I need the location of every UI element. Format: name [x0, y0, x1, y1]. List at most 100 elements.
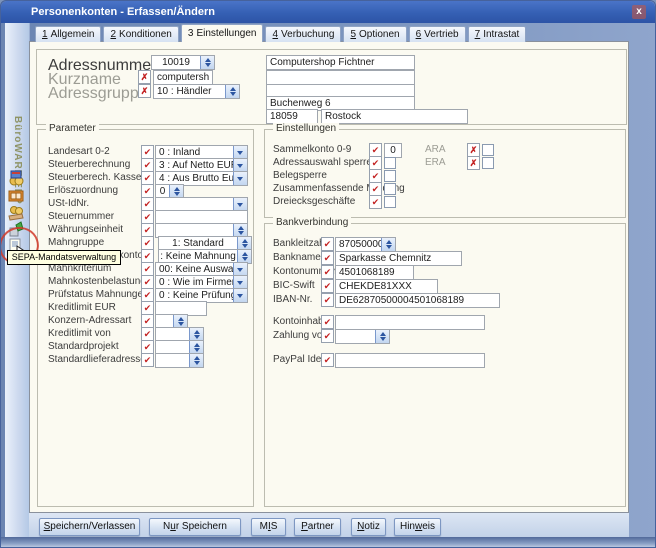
- tab-allgemein[interactable]: 1Allgemein: [35, 26, 101, 42]
- window-bottom-frame: [1, 537, 656, 548]
- partner-button[interactable]: Partner: [294, 518, 341, 536]
- param-row-mahnkostenbelastung: Mahnkostenbelastung 0 : Wie im Firmensta…: [38, 275, 253, 288]
- check-icon[interactable]: [321, 315, 334, 329]
- check-icon[interactable]: [321, 293, 334, 307]
- spinner-icon[interactable]: [225, 85, 239, 98]
- clear-icon[interactable]: [467, 143, 480, 157]
- check-icon[interactable]: [141, 301, 154, 315]
- check-icon[interactable]: [141, 262, 154, 276]
- param-row-standardlieferadresse: Standardlieferadresse: [38, 353, 253, 366]
- close-icon[interactable]: x: [632, 5, 646, 19]
- check-icon[interactable]: [321, 353, 334, 367]
- bank-groupbox: Bankverbindung Bankleitzahl 87050000 Ban…: [264, 223, 626, 507]
- param-row-ustidnr: USt-IdNr.: [38, 197, 253, 210]
- check-icon[interactable]: [369, 195, 382, 209]
- sidebar: BüroWARE ERP: [5, 23, 30, 537]
- nur-speichern-button[interactable]: Nur Speichern: [149, 518, 241, 536]
- title-bar[interactable]: Personenkonten - Erfassen/Ändern x: [1, 1, 655, 23]
- zahlung-von-spin[interactable]: [335, 329, 390, 344]
- name1-field[interactable]: Computershop Fichtner: [266, 55, 415, 70]
- paypal-field[interactable]: [335, 353, 485, 368]
- param-row-steuerberechnung: Steuerberechnung 3 : Auf Netto EUR: [38, 158, 253, 171]
- check-icon[interactable]: [321, 237, 334, 251]
- zm-checkbox[interactable]: [384, 183, 396, 195]
- hand-coins-icon[interactable]: [8, 204, 25, 221]
- zip-field[interactable]: 18059: [266, 109, 318, 124]
- check-icon[interactable]: [141, 275, 154, 289]
- hinweis-button[interactable]: Hinweis: [394, 518, 441, 536]
- check-icon[interactable]: [321, 329, 334, 343]
- check-icon[interactable]: [141, 249, 154, 263]
- tab-vertrieb[interactable]: 6Vertrieb: [409, 26, 466, 42]
- era-label: ERA: [425, 156, 446, 169]
- check-icon[interactable]: [141, 171, 154, 185]
- belegsperre-checkbox[interactable]: [384, 170, 396, 182]
- ara-checkbox[interactable]: [482, 144, 494, 156]
- param-row-erloeszuordnung: Erlöszuordnung 0: [38, 184, 253, 197]
- check-icon[interactable]: [141, 158, 154, 172]
- check-icon[interactable]: [321, 265, 334, 279]
- spinner-icon[interactable]: [381, 238, 395, 251]
- param-row-kreditlimit-von: Kreditlimit von: [38, 327, 253, 340]
- check-icon[interactable]: [321, 279, 334, 293]
- tab-einstellungen[interactable]: 3Einstellungen: [181, 24, 264, 42]
- standardlieferadresse-spin[interactable]: [155, 353, 204, 368]
- check-icon[interactable]: [321, 251, 334, 265]
- parameter-title: Parameter: [46, 123, 99, 134]
- speichern-verlassen-button[interactable]: Speichern/Verlassen: [39, 518, 140, 536]
- check-icon[interactable]: [141, 353, 154, 367]
- dreiecksgeschaefte-checkbox[interactable]: [384, 196, 396, 208]
- einstellung-row-adressauswahl: Adressauswahl sperren ERA: [265, 156, 625, 169]
- address-number-field[interactable]: 10019: [151, 55, 215, 70]
- spinner-icon[interactable]: [375, 330, 389, 343]
- check-icon[interactable]: [369, 143, 382, 157]
- shortname-field[interactable]: computersh: [153, 70, 213, 85]
- adressauswahl-checkbox[interactable]: [384, 157, 396, 169]
- check-icon[interactable]: [141, 197, 154, 211]
- spinner-icon[interactable]: [189, 354, 203, 367]
- check-icon[interactable]: [141, 340, 154, 354]
- check-icon[interactable]: [141, 236, 154, 250]
- kontonummer-field[interactable]: 4501068189: [335, 265, 414, 280]
- check-icon[interactable]: [369, 182, 382, 196]
- check-icon[interactable]: [141, 288, 154, 302]
- era-checkbox[interactable]: [482, 157, 494, 169]
- param-row-kreditlimit-eur: Kreditlimit EUR: [38, 301, 253, 314]
- mis-button[interactable]: MIS: [251, 518, 286, 536]
- einstellungen-groupbox: Einstellungen Sammelkonto 0-9 0 ARA Adre…: [264, 129, 626, 218]
- clear-icon[interactable]: [467, 156, 480, 170]
- name2-field[interactable]: [266, 70, 415, 85]
- spinner-icon[interactable]: [200, 56, 214, 69]
- tab-optionen[interactable]: 5Optionen: [343, 26, 406, 42]
- tab-intrastat[interactable]: 7Intrastat: [468, 26, 527, 42]
- address-group-field[interactable]: 10 : Händler: [153, 84, 240, 99]
- tab-konditionen[interactable]: 2Konditionen: [103, 26, 178, 42]
- tab-verbuchung[interactable]: 4Verbuchung: [265, 26, 341, 42]
- coins-card-icon[interactable]: [8, 169, 25, 186]
- check-icon[interactable]: [141, 327, 154, 341]
- bankname-field[interactable]: Sparkasse Chemnitz: [335, 251, 462, 266]
- param-row-steuerberech-kasse: Steuerberech. Kasse 4 : Aus Brutto Euro: [38, 171, 253, 184]
- bank-row-kontoinhaber: Kontoinhaber: [265, 315, 625, 328]
- bank-row-bankleitzahl: Bankleitzahl 87050000: [265, 237, 625, 250]
- iban-field[interactable]: DE62870500004501068189: [335, 293, 500, 308]
- check-icon[interactable]: [141, 223, 154, 237]
- bankleitzahl-spin[interactable]: 87050000: [335, 237, 396, 252]
- check-icon[interactable]: [141, 184, 154, 198]
- cash-drawer-icon[interactable]: [8, 187, 25, 204]
- bic-field[interactable]: CHEKDE81XXX: [335, 279, 438, 294]
- check-icon[interactable]: [369, 156, 382, 170]
- notiz-button[interactable]: Notiz: [351, 518, 386, 536]
- kontoinhaber-field[interactable]: [335, 315, 485, 330]
- einstellung-row-belegsperre: Belegsperre: [265, 169, 625, 182]
- check-icon[interactable]: [369, 169, 382, 183]
- city-field[interactable]: Rostock: [321, 109, 468, 124]
- address-groupbox: Adressnummer 10019 Kurzname computersh A…: [36, 49, 627, 125]
- clear-icon[interactable]: [138, 70, 151, 84]
- clear-icon[interactable]: [138, 84, 151, 98]
- einstellung-row-sammelkonto: Sammelkonto 0-9 0 ARA: [265, 143, 625, 156]
- check-icon[interactable]: [141, 314, 154, 328]
- check-icon[interactable]: [141, 210, 154, 224]
- check-icon[interactable]: [141, 145, 154, 159]
- bank-row-kontonummer: Kontonummer 4501068189: [265, 265, 625, 278]
